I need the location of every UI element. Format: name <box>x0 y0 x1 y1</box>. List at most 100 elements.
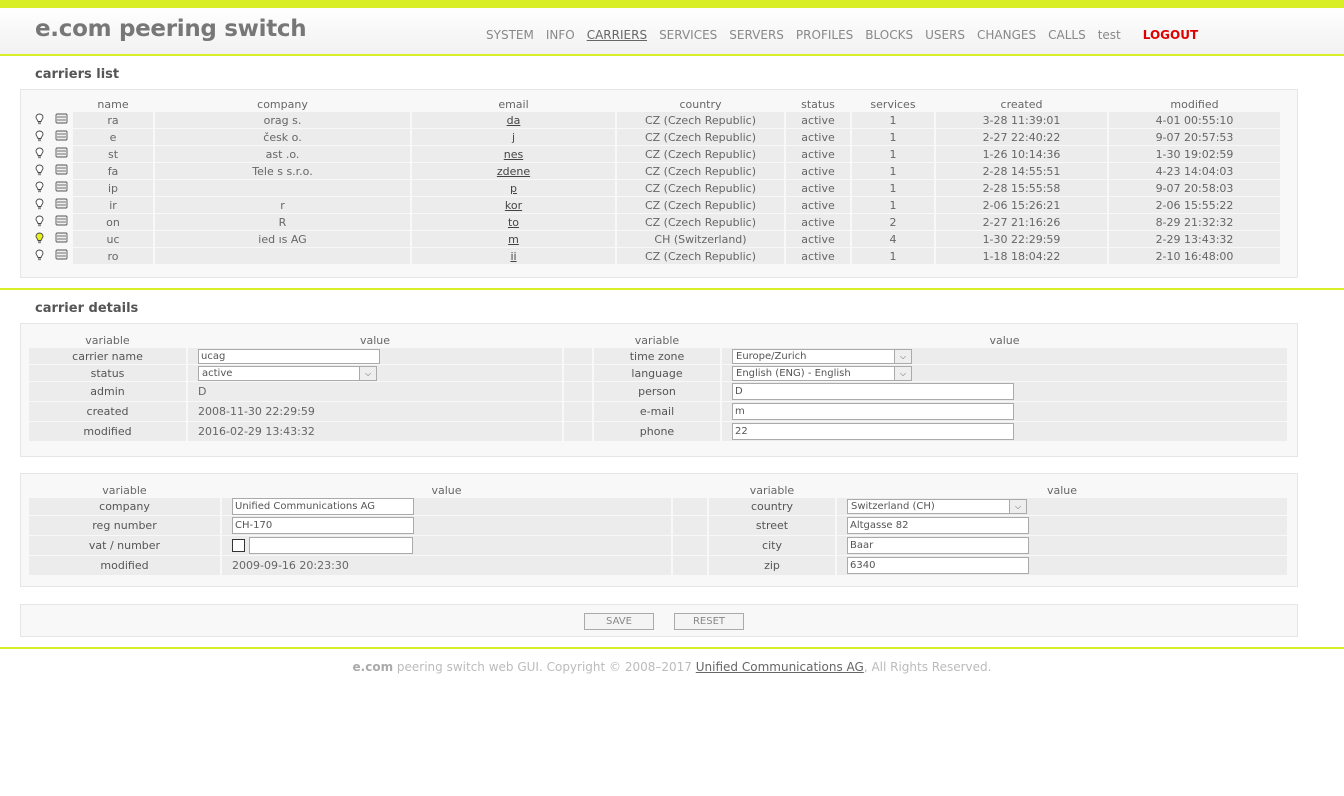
email-link[interactable]: m <box>508 233 519 246</box>
country-select[interactable]: Switzerland (CH) ⌵ <box>847 499 1027 514</box>
cell-email[interactable]: da <box>412 112 615 128</box>
save-button[interactable]: SAVE <box>584 613 654 630</box>
edit-record-icon[interactable] <box>51 112 71 128</box>
table-row[interactable]: ir r kor CZ (Czech Republic) active 1 2-06 15:… <box>29 197 1280 213</box>
nav-item-test[interactable]: test <box>1098 28 1121 42</box>
edit-record-icon[interactable] <box>51 231 71 247</box>
table-row[interactable]: st ast .o. nes CZ (Czech Republic) active 1 1-… <box>29 146 1280 162</box>
header-value: value <box>431 483 462 497</box>
language-value: English (ENG) - English <box>736 367 851 379</box>
nav-item-blocks[interactable]: BLOCKS <box>865 28 913 42</box>
nav-item-profiles[interactable]: PROFILES <box>796 28 853 42</box>
label-status: status <box>29 365 186 381</box>
email-link[interactable]: zdene <box>497 165 530 178</box>
table-row[interactable]: ra orag s. da CZ (Czech Republic) active 1 3-2… <box>29 112 1280 128</box>
logout-button[interactable]: LOGOUT <box>1143 28 1198 42</box>
nav-item-carriers[interactable]: CARRIERS <box>587 28 647 42</box>
column-header-status: status <box>801 97 835 111</box>
cell-email[interactable]: to <box>412 214 615 230</box>
nav-item-system[interactable]: SYSTEM <box>486 28 534 42</box>
cell-created: 3-28 11:39:01 <box>936 112 1107 128</box>
cell-email[interactable]: m <box>412 231 615 247</box>
cell-country: CZ (Czech Republic) <box>617 248 784 264</box>
status-select[interactable]: active ⌵ <box>198 365 377 381</box>
column-header-country: country <box>679 97 722 111</box>
lightbulb-icon[interactable] <box>29 146 49 162</box>
lightbulb-icon[interactable] <box>29 231 49 247</box>
lightbulb-icon[interactable] <box>29 163 49 179</box>
lightbulb-icon[interactable] <box>29 129 49 145</box>
cell-email[interactable]: kor <box>412 197 615 213</box>
edit-record-icon[interactable] <box>51 214 71 230</box>
nav-item-services[interactable]: SERVICES <box>659 28 717 42</box>
email-link[interactable]: to <box>508 216 519 229</box>
cell-status: active <box>786 214 850 230</box>
time-zone-select[interactable]: Europe/Zurich ⌵ <box>732 348 912 364</box>
nav-item-info[interactable]: INFO <box>546 28 575 42</box>
carriers-table: name company email country status servic… <box>27 96 1282 265</box>
nav-item-users[interactable]: USERS <box>925 28 965 42</box>
label-time-zone: time zone <box>594 348 720 364</box>
table-row[interactable]: e česk o. j CZ (Czech Republic) active 1 2-27 … <box>29 129 1280 145</box>
label-carrier-name: carrier name <box>29 348 186 364</box>
person-input[interactable] <box>732 383 1014 400</box>
cell-created: 2-28 14:55:51 <box>936 163 1107 179</box>
email-link[interactable]: ii <box>510 250 516 263</box>
phone-input[interactable] <box>732 423 1014 440</box>
table-row[interactable]: on Rto CZ (Czech Republic) active 2 2-27 21:1… <box>29 214 1280 230</box>
reset-button[interactable]: RESET <box>674 613 744 630</box>
lightbulb-icon[interactable] <box>29 112 49 128</box>
edit-record-icon[interactable] <box>51 180 71 196</box>
lightbulb-icon[interactable] <box>29 180 49 196</box>
cell-services: 1 <box>852 180 934 196</box>
carrier-name-input[interactable] <box>198 348 380 364</box>
vat-number-input[interactable] <box>248 537 413 554</box>
vat-checkbox[interactable] <box>232 539 245 552</box>
cell-country: CZ (Czech Republic) <box>617 112 784 128</box>
edit-record-icon[interactable] <box>51 163 71 179</box>
nav-item-changes[interactable]: CHANGES <box>977 28 1036 42</box>
label-vat-number: vat / number <box>29 536 220 555</box>
table-row[interactable]: ip p CZ (Czech Republic) active 1 2-28 15:55:… <box>29 180 1280 196</box>
street-input[interactable] <box>847 517 1029 534</box>
footer-brand: e.com <box>352 660 394 674</box>
carriers-table-header: name company email country status servic… <box>29 97 1280 111</box>
table-row[interactable]: fa Tele s s.r.o. zdene CZ (Czech Republic) a… <box>29 163 1280 179</box>
nav-item-servers[interactable]: SERVERS <box>729 28 784 42</box>
cell-services: 1 <box>852 248 934 264</box>
zip-input[interactable] <box>847 557 1029 574</box>
language-select[interactable]: English (ENG) - English ⌵ <box>732 365 912 381</box>
email-link[interactable]: j <box>512 131 515 144</box>
cell-email[interactable]: zdene <box>412 163 615 179</box>
cell-company: ast .o. <box>155 146 410 162</box>
cell-email[interactable]: nes <box>412 146 615 162</box>
company-details-panel: variable value variable value company co… <box>20 473 1298 587</box>
reg-number-input[interactable] <box>232 517 414 534</box>
lightbulb-icon[interactable] <box>29 248 49 264</box>
lightbulb-icon[interactable] <box>29 197 49 213</box>
edit-record-icon[interactable] <box>51 248 71 264</box>
email-link[interactable]: p <box>510 182 517 195</box>
table-row[interactable]: ro ii CZ (Czech Republic) active 1 1-18 18:04… <box>29 248 1280 264</box>
cell-modified: 2-06 15:55:22 <box>1109 197 1280 213</box>
actions-panel: SAVE RESET <box>20 604 1298 637</box>
email-input[interactable] <box>732 403 1014 420</box>
email-link[interactable]: da <box>507 114 521 127</box>
company-input[interactable] <box>232 498 414 515</box>
footer-company-link[interactable]: Unified Communications AG <box>696 660 864 674</box>
table-row[interactable]: uc ied ıs AG m CH (Switzerland) active 4 1-30 … <box>29 231 1280 247</box>
edit-record-icon[interactable] <box>51 129 71 145</box>
city-input[interactable] <box>847 537 1029 554</box>
cell-email[interactable]: j <box>412 129 615 145</box>
cell-email[interactable]: p <box>412 180 615 196</box>
nav-item-calls[interactable]: CALLS <box>1048 28 1086 42</box>
lightbulb-icon[interactable] <box>29 214 49 230</box>
cell-created: 1-30 22:29:59 <box>936 231 1107 247</box>
label-phone: phone <box>594 422 720 441</box>
cell-email[interactable]: ii <box>412 248 615 264</box>
edit-record-icon[interactable] <box>51 197 71 213</box>
email-link[interactable]: nes <box>504 148 523 161</box>
email-link[interactable]: kor <box>505 199 522 212</box>
edit-record-icon[interactable] <box>51 146 71 162</box>
cell-modified: 2-10 16:48:00 <box>1109 248 1280 264</box>
